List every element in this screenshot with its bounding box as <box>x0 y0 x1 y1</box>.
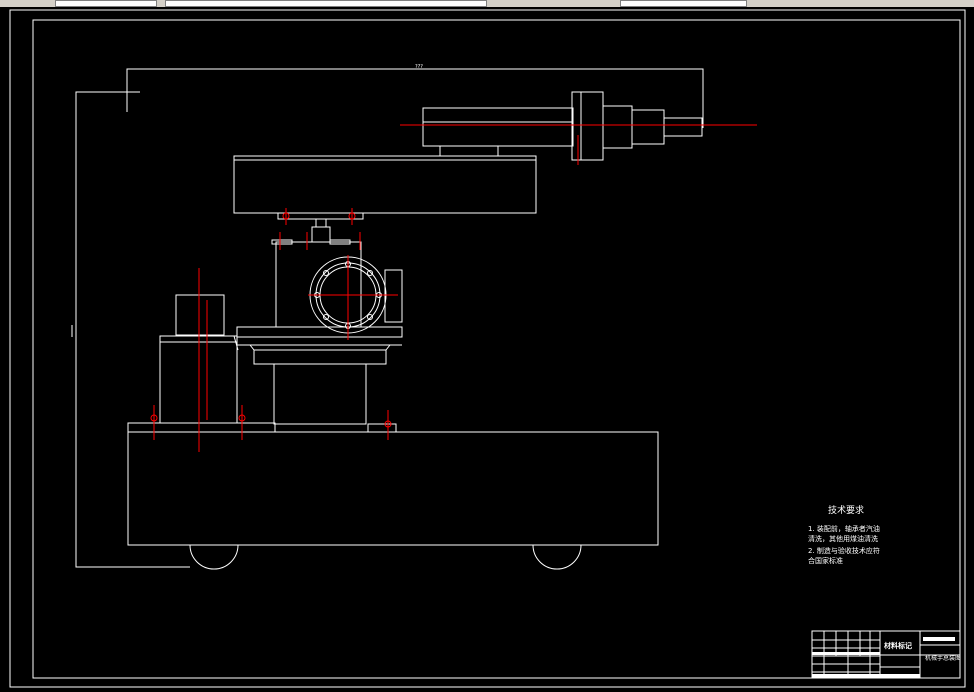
cad-drawing: ??? 技术要求 1. 装配前，轴承者汽油 清洗，其他用煤油清洗 2. 制造与验… <box>9 9 966 688</box>
bolt-markers <box>150 212 392 428</box>
dimension-label: ??? <box>415 64 423 70</box>
centerlines <box>153 124 757 452</box>
inner-frame <box>32 19 961 679</box>
material-label: 材料标记 <box>883 641 912 650</box>
dimension-lines <box>71 68 704 568</box>
beam-mount-plate <box>277 212 364 243</box>
base-body <box>127 422 659 546</box>
tech-req-line-3: 2. 制造与验收技术应符 <box>808 546 880 555</box>
arm-beam <box>233 155 537 214</box>
turntable <box>236 326 403 433</box>
tech-req-line-2: 清洗，其他用煤油清洗 <box>808 534 878 543</box>
outer-frame <box>9 9 966 688</box>
wheels <box>189 544 582 570</box>
cylinder-assembly <box>422 91 703 161</box>
tech-req-heading: 技术要求 <box>828 504 864 516</box>
drawing-name: 机械手总装图 <box>925 654 961 662</box>
title-block-bar <box>923 637 955 641</box>
tech-req-line-1: 1. 装配前，轴承者汽油 <box>808 524 880 533</box>
tech-req-line-4: 合国家标准 <box>808 556 843 565</box>
title-block-base-bar <box>812 674 920 678</box>
title-block-hatch <box>812 652 880 655</box>
